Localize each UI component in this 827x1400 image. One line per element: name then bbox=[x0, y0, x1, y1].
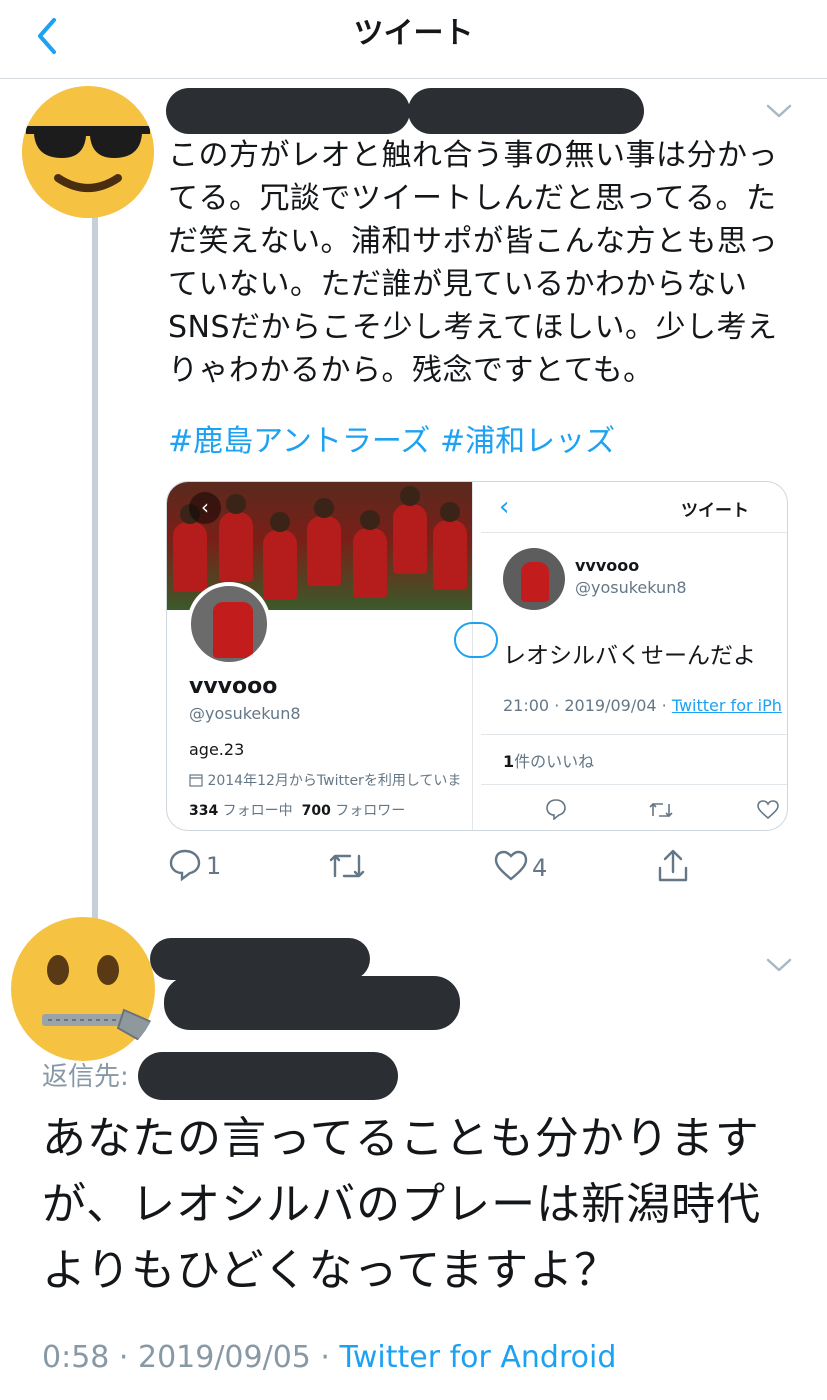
avatar[interactable] bbox=[8, 914, 158, 1064]
followers-count: 700 bbox=[301, 803, 331, 819]
redacted-handle bbox=[164, 976, 460, 1030]
top-bar: ツイート bbox=[0, 0, 827, 79]
sunglasses-emoji-icon bbox=[22, 86, 154, 218]
detail-likes: 1件のいいね bbox=[503, 748, 594, 772]
back-button[interactable] bbox=[30, 14, 70, 58]
thread-line bbox=[92, 196, 98, 922]
share-button[interactable] bbox=[656, 848, 692, 888]
hashtag-link[interactable]: #鹿島アントラーズ bbox=[168, 424, 430, 459]
reply-button[interactable]: 1 bbox=[168, 848, 228, 888]
reply-tweet-text: あなたの言ってることも分かりますが、レオシルバのプレーは新潟時代よりもひどくなっ… bbox=[42, 1113, 762, 1296]
profile-avatar bbox=[187, 582, 271, 666]
retweet-icon bbox=[329, 854, 365, 878]
banner-figure bbox=[173, 522, 207, 592]
banner-figure bbox=[353, 528, 387, 598]
redacted-username bbox=[166, 88, 410, 134]
banner-figure-head bbox=[360, 510, 380, 530]
divider bbox=[481, 784, 787, 785]
profile-handle: @yosukekun8 bbox=[189, 704, 301, 723]
banner-figure bbox=[263, 530, 297, 600]
detail-text: レオシルバくせーんだよ bbox=[503, 643, 756, 669]
banner-figure bbox=[433, 520, 467, 590]
avatar[interactable] bbox=[22, 86, 154, 218]
divider bbox=[481, 734, 787, 735]
profile-name: vvvooo bbox=[189, 674, 278, 699]
followers-label: フォロワー bbox=[330, 803, 406, 819]
tweet-text: この方がレオと触れ合う事の無い事は分かってる。冗談でツイートしんだと思ってる。た… bbox=[168, 138, 778, 388]
detail-name: vvvooo bbox=[575, 556, 640, 575]
reply-time: 0:58 · 2019/09/05 · bbox=[42, 1340, 340, 1375]
redacted-username bbox=[150, 938, 370, 980]
banner-figure-head bbox=[314, 498, 334, 518]
page-title: ツイート bbox=[353, 16, 474, 51]
chevron-down-icon bbox=[766, 104, 792, 118]
detail-avatar bbox=[503, 548, 565, 610]
reply-icon bbox=[546, 799, 566, 820]
reply-count: 1 bbox=[206, 852, 222, 880]
avatar-figure bbox=[213, 602, 253, 658]
back-icon: ‹ bbox=[499, 492, 510, 522]
redacted-handle bbox=[408, 88, 644, 134]
chevron-down-icon bbox=[766, 958, 792, 972]
detail-title: ツイート bbox=[681, 501, 749, 521]
profile-screenshot: ‹ vvvooo @yosukekun8 age.23 2014年12月からTw… bbox=[167, 482, 498, 830]
profile-bio: age.23 bbox=[189, 740, 245, 759]
zipper-mouth-emoji-icon bbox=[11, 917, 158, 1061]
attached-image[interactable]: ‹ vvvooo @yosukekun8 age.23 2014年12月からTw… bbox=[166, 481, 788, 831]
like-count: 4 bbox=[532, 854, 548, 882]
reply-to-label: 返信先: bbox=[42, 1062, 129, 1092]
tweet-detail-screenshot: ‹ ツイート vvvooo @yosukekun8 レオシルバくせーんだよ 21… bbox=[481, 482, 787, 830]
like-icon bbox=[757, 800, 779, 820]
retweet-button[interactable] bbox=[328, 850, 368, 890]
back-icon: ‹ bbox=[189, 492, 221, 524]
reply-source-link[interactable]: Twitter for Android bbox=[340, 1340, 617, 1375]
likes-count: 1 bbox=[503, 752, 515, 771]
banner-figure-head bbox=[400, 486, 420, 506]
likes-label: 件のいいね bbox=[514, 752, 595, 771]
banner-figure bbox=[307, 516, 341, 586]
banner-figure-head bbox=[270, 512, 290, 532]
following-label: フォロー中 bbox=[218, 803, 302, 819]
redacted-reply-to-handle[interactable] bbox=[138, 1052, 398, 1100]
reply-icon bbox=[169, 849, 201, 882]
detail-meta: 21:00 · 2019/09/04 · Twitter for iPh bbox=[503, 696, 782, 715]
retweet-icon bbox=[649, 802, 673, 818]
follow-stats: 334 フォロー中 700 フォロワー bbox=[189, 800, 405, 820]
banner-figure bbox=[219, 512, 253, 582]
avatar-figure bbox=[521, 562, 549, 602]
detail-source: Twitter for iPh bbox=[671, 696, 782, 715]
like-button[interactable]: 4 bbox=[494, 850, 554, 890]
following-count: 334 bbox=[189, 803, 219, 819]
calendar-icon bbox=[189, 774, 203, 787]
banner-figure bbox=[393, 504, 427, 574]
tweet-menu-button[interactable] bbox=[766, 102, 792, 120]
detail-time: 21:00 · 2019/09/04 · bbox=[503, 696, 672, 715]
share-icon bbox=[658, 849, 688, 882]
detail-header: ‹ ツイート bbox=[481, 482, 787, 533]
like-icon bbox=[494, 850, 528, 881]
joined-text: 2014年12月からTwitterを利用していま bbox=[207, 773, 462, 789]
hashtags: #鹿島アントラーズ #浦和レッズ bbox=[168, 420, 615, 463]
hashtag-link[interactable]: #浦和レッズ bbox=[440, 424, 615, 459]
back-icon bbox=[38, 18, 56, 54]
profile-joined: 2014年12月からTwitterを利用していま bbox=[189, 770, 461, 790]
tweet-menu-button[interactable] bbox=[766, 956, 792, 974]
banner-figure-head bbox=[440, 502, 460, 522]
banner-figure-head bbox=[226, 494, 246, 514]
reply-meta: 0:58 · 2019/09/05 · Twitter for Android bbox=[42, 1340, 616, 1375]
detail-handle: @yosukekun8 bbox=[575, 578, 687, 597]
